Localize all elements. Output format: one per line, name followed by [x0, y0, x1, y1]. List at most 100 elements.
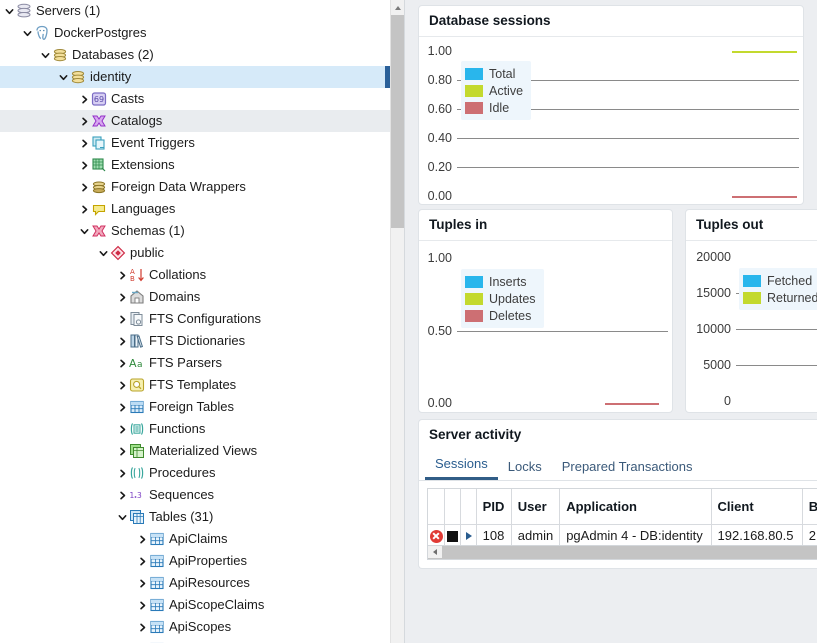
- tree-item-apiproperties[interactable]: ApiProperties: [0, 550, 390, 572]
- chevron-down-icon[interactable]: [115, 513, 129, 522]
- tab-sessions[interactable]: Sessions: [425, 456, 498, 480]
- chevron-right-icon[interactable]: [135, 623, 149, 632]
- legend-item[interactable]: Deletes: [465, 307, 536, 324]
- legend-label: Updates: [489, 291, 536, 306]
- chevron-right-icon[interactable]: [115, 491, 129, 500]
- chevron-down-icon[interactable]: [77, 227, 91, 236]
- chevron-right-icon[interactable]: [135, 557, 149, 566]
- tree-item-foreign-tables[interactable]: Foreign Tables: [0, 396, 390, 418]
- chevron-right-icon[interactable]: [77, 139, 91, 148]
- chevron-down-icon[interactable]: [96, 249, 110, 258]
- legend-item[interactable]: Active: [465, 82, 523, 99]
- tab-locks[interactable]: Locks: [498, 459, 552, 480]
- legend-item[interactable]: Total: [465, 65, 523, 82]
- terminate-session-icon[interactable]: [444, 524, 462, 545]
- tree-item-apiscopeclaims[interactable]: ApiScopeClaims: [0, 594, 390, 616]
- tree-item-casts[interactable]: 69 Casts: [0, 88, 390, 110]
- tree-item-extensions[interactable]: Extensions: [0, 154, 390, 176]
- tree-item-fts-dictionaries[interactable]: FTS Dictionaries: [0, 330, 390, 352]
- legend-item[interactable]: Returned: [743, 289, 817, 306]
- tree-item-partial[interactable]: [0, 638, 390, 643]
- tree-vertical-scrollbar[interactable]: [390, 0, 404, 643]
- y-axis-tick-label: 10000: [696, 322, 731, 336]
- chevron-right-icon[interactable]: [115, 447, 129, 456]
- chevron-down-icon[interactable]: [2, 7, 16, 16]
- scrollbar-thumb[interactable]: [391, 15, 404, 228]
- tree-item-sequences[interactable]: 1 3 Sequences: [0, 484, 390, 506]
- browser-tree[interactable]: Servers (1) DockerPostgres Databases (2) id…: [0, 0, 390, 643]
- tree-item-label: Languages: [111, 201, 176, 216]
- tree-item-public[interactable]: public: [0, 242, 390, 264]
- tree-item-schemas-1[interactable]: Schemas (1): [0, 220, 390, 242]
- tree-item-event-triggers[interactable]: Event Triggers: [0, 132, 390, 154]
- chevron-right-icon[interactable]: [115, 425, 129, 434]
- legend-item[interactable]: Idle: [465, 99, 523, 116]
- chevron-right-icon[interactable]: [77, 205, 91, 214]
- tree-item-apiclaims[interactable]: ApiClaims: [0, 528, 390, 550]
- tree-item-apiresources[interactable]: ApiResources: [0, 572, 390, 594]
- servers-icon: [16, 3, 33, 19]
- tree-item-databases-2[interactable]: Databases (2): [0, 44, 390, 66]
- col-user[interactable]: User: [511, 489, 561, 525]
- tree-item-dockerpostgres[interactable]: DockerPostgres: [0, 22, 390, 44]
- col-pid[interactable]: PID: [476, 489, 512, 525]
- expand-row-icon[interactable]: [460, 524, 477, 545]
- tree-item-identity[interactable]: identity: [0, 66, 390, 88]
- chevron-right-icon[interactable]: [115, 403, 129, 412]
- col-client[interactable]: Client: [711, 489, 803, 525]
- table-row[interactable]: 108 admin pgAdmin 4 - DB:identity 192.168.8…: [428, 524, 817, 545]
- chevron-down-icon[interactable]: [56, 73, 70, 82]
- chevron-right-icon[interactable]: [135, 579, 149, 588]
- database-icon: [70, 69, 87, 85]
- svg-text:1: 1: [130, 491, 135, 500]
- chevron-right-icon[interactable]: [115, 469, 129, 478]
- sessions-grid[interactable]: PID User Application Client B 108adminpg…: [427, 488, 817, 546]
- chevron-right-icon[interactable]: [77, 95, 91, 104]
- chevron-right-icon[interactable]: [115, 271, 129, 280]
- col-cancel[interactable]: [428, 489, 446, 525]
- col-details[interactable]: [460, 489, 477, 525]
- sessions-horizontal-scrollbar[interactable]: [427, 546, 817, 560]
- tree-item-functions[interactable]: Functions: [0, 418, 390, 440]
- chevron-right-icon[interactable]: [115, 381, 129, 390]
- scroll-up-arrow-icon[interactable]: [391, 0, 404, 15]
- legend-item[interactable]: Updates: [465, 290, 536, 307]
- legend-swatch-icon: [465, 101, 483, 114]
- tree-item-collations[interactable]: A B Collations: [0, 264, 390, 286]
- chevron-right-icon[interactable]: [77, 183, 91, 192]
- chevron-right-icon[interactable]: [77, 161, 91, 170]
- tree-item-apiscopes[interactable]: ApiScopes: [0, 616, 390, 638]
- chevron-right-icon[interactable]: [115, 337, 129, 346]
- tab-prepared-transactions[interactable]: Prepared Transactions: [552, 459, 703, 480]
- legend-item[interactable]: Inserts: [465, 273, 536, 290]
- chevron-right-icon[interactable]: [135, 535, 149, 544]
- col-terminate[interactable]: [444, 489, 462, 525]
- tree-item-fts-templates[interactable]: FTS Templates: [0, 374, 390, 396]
- scroll-left-arrow-icon[interactable]: [428, 546, 442, 558]
- tree-item-procedures[interactable]: Procedures: [0, 462, 390, 484]
- col-backend-start[interactable]: B: [802, 489, 817, 525]
- col-application[interactable]: Application: [559, 489, 712, 525]
- tree-item-fts-parsers[interactable]: Aa FTS Parsers: [0, 352, 390, 374]
- chevron-right-icon[interactable]: [115, 293, 129, 302]
- legend-item[interactable]: Fetched: [743, 272, 817, 289]
- chevron-right-icon[interactable]: [115, 315, 129, 324]
- cancel-query-icon[interactable]: [428, 524, 446, 545]
- chevron-right-icon[interactable]: [77, 117, 91, 126]
- chevron-down-icon[interactable]: [38, 51, 52, 60]
- tree-item-foreign-data-wrappers[interactable]: Foreign Data Wrappers: [0, 176, 390, 198]
- tree-item-tables-31[interactable]: Tables (31): [0, 506, 390, 528]
- y-axis-tick-label: 1.00: [427, 44, 452, 58]
- tree-item-materialized-views[interactable]: Materialized Views: [0, 440, 390, 462]
- tree-item-fts-configurations[interactable]: FTS Configurations: [0, 308, 390, 330]
- cell-backend-start: 2: [802, 524, 817, 545]
- tree-item-domains[interactable]: Domains: [0, 286, 390, 308]
- tree-item-servers-1[interactable]: Servers (1): [0, 0, 390, 22]
- server-activity-tabs[interactable]: Sessions Locks Prepared Transactions: [419, 451, 817, 481]
- chevron-right-icon[interactable]: [135, 601, 149, 610]
- chevron-right-icon[interactable]: [115, 359, 129, 368]
- chevron-down-icon[interactable]: [20, 29, 34, 38]
- legend-swatch-icon: [743, 274, 761, 287]
- tree-item-catalogs[interactable]: Catalogs: [0, 110, 390, 132]
- tree-item-languages[interactable]: Languages: [0, 198, 390, 220]
